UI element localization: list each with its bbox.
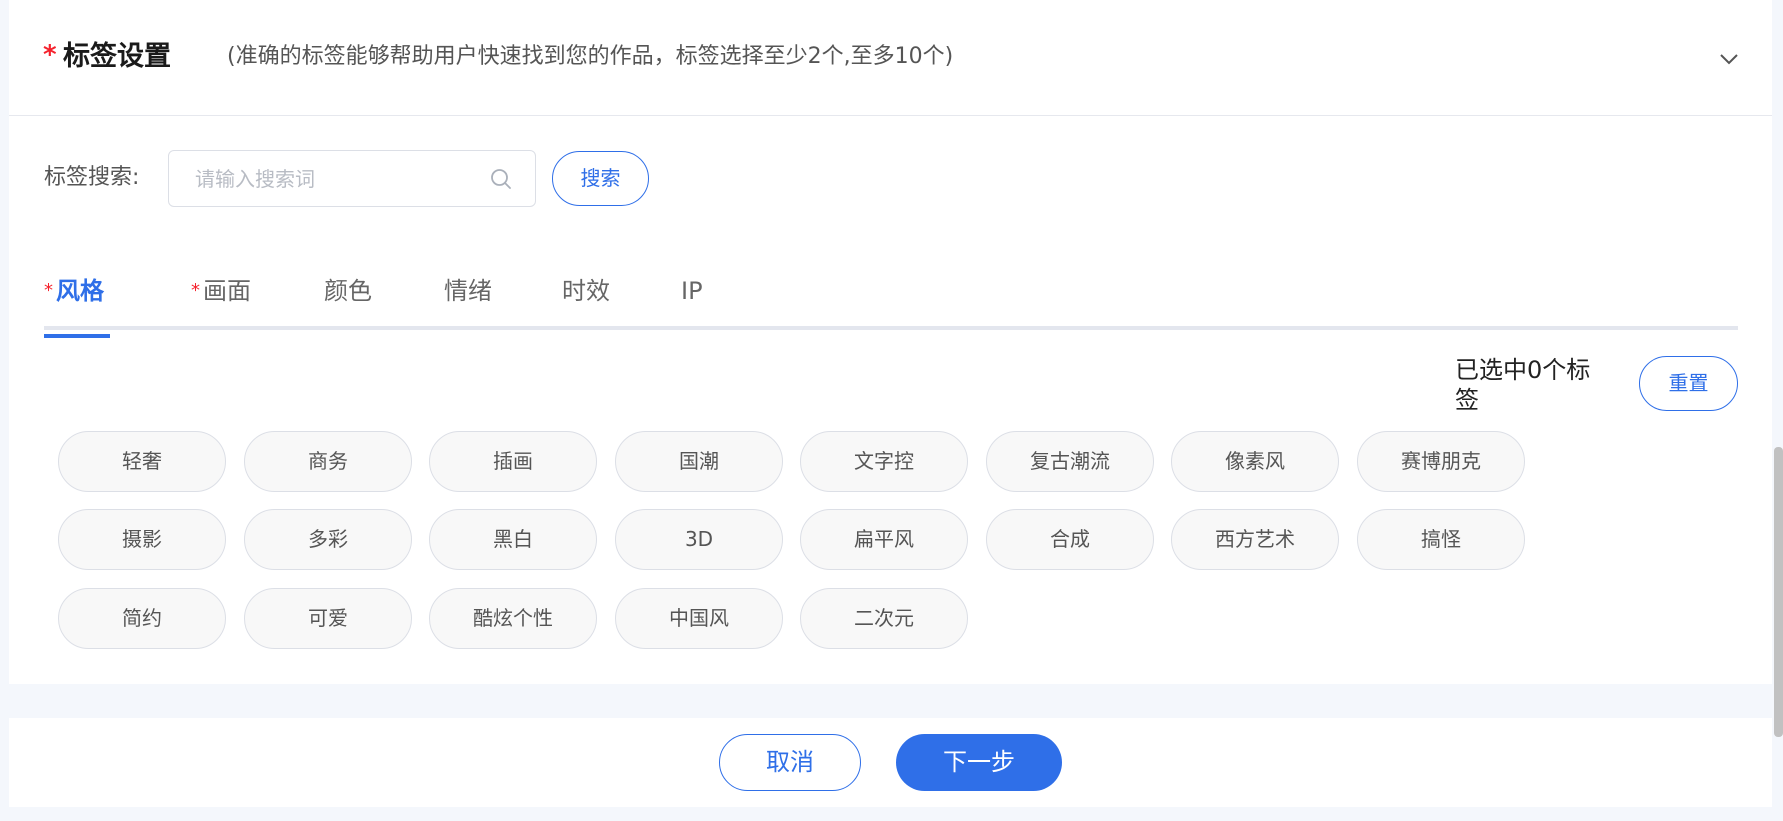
search-label: 标签搜索: — [44, 165, 140, 190]
tag-chip[interactable]: 国潮 — [615, 431, 783, 492]
tag-chip[interactable]: 西方艺术 — [1171, 509, 1339, 570]
section-hint: (准确的标签能够帮助用户快速找到您的作品，标签选择至少2个,至多10个) — [227, 44, 954, 69]
search-icon[interactable] — [489, 167, 513, 191]
tag-chip[interactable]: 搞怪 — [1357, 509, 1525, 570]
tag-chip[interactable]: 黑白 — [429, 509, 597, 570]
tab-label: IP — [681, 277, 703, 305]
tag-chip[interactable]: 像素风 — [1171, 431, 1339, 492]
required-mark: * — [43, 40, 57, 70]
tab-scene[interactable]: * 画面 — [191, 276, 251, 330]
selected-count: 已选中0个标签 — [1455, 356, 1591, 414]
scrollbar-thumb[interactable] — [1774, 447, 1783, 737]
tab-label: 风格 — [56, 277, 104, 305]
tag-chip[interactable]: 合成 — [986, 509, 1154, 570]
tag-chip[interactable]: 轻奢 — [58, 431, 226, 492]
tag-settings-panel: * 标签设置 (准确的标签能够帮助用户快速找到您的作品，标签选择至少2个,至多1… — [9, 0, 1772, 684]
search-input[interactable] — [193, 151, 483, 206]
tag-chip[interactable]: 二次元 — [800, 588, 968, 649]
tag-settings-header[interactable]: * 标签设置 (准确的标签能够帮助用户快速找到您的作品，标签选择至少2个,至多1… — [9, 0, 1772, 116]
cancel-button[interactable]: 取消 — [719, 734, 861, 791]
tag-chip[interactable]: 商务 — [244, 431, 412, 492]
reset-button[interactable]: 重置 — [1639, 356, 1738, 411]
tag-chip[interactable]: 中国风 — [615, 588, 783, 649]
form-footer: 取消 下一步 — [9, 718, 1772, 807]
tab-style[interactable]: * 风格 — [44, 276, 110, 338]
tab-label: 情绪 — [444, 277, 492, 305]
tag-chip[interactable]: 3D — [615, 509, 783, 570]
tag-chip[interactable]: 多彩 — [244, 509, 412, 570]
chevron-down-icon[interactable] — [1716, 46, 1742, 72]
search-button[interactable]: 搜索 — [552, 151, 649, 206]
tag-chip[interactable]: 插画 — [429, 431, 597, 492]
tab-label: 颜色 — [324, 277, 372, 305]
tab-color[interactable]: 颜色 — [324, 276, 372, 330]
tag-chip[interactable]: 复古潮流 — [986, 431, 1154, 492]
tag-chip[interactable]: 赛博朋克 — [1357, 431, 1525, 492]
section-title: 标签设置 — [63, 41, 171, 72]
next-step-button[interactable]: 下一步 — [896, 734, 1062, 791]
tag-category-tabs: * 风格 * 画面 颜色 情绪 时效 IP — [44, 268, 1738, 338]
search-box — [168, 150, 536, 207]
tab-label: 画面 — [203, 277, 251, 305]
tab-required-mark: * — [44, 280, 53, 301]
tag-chip[interactable]: 扁平风 — [800, 509, 968, 570]
tab-ip[interactable]: IP — [681, 276, 703, 330]
tab-timeliness[interactable]: 时效 — [562, 276, 610, 330]
tag-chip[interactable]: 可爱 — [244, 588, 412, 649]
tab-required-mark: * — [191, 280, 200, 301]
tag-chip[interactable]: 文字控 — [800, 431, 968, 492]
tab-emotion[interactable]: 情绪 — [444, 276, 492, 330]
tab-label: 时效 — [562, 277, 610, 305]
tag-chip[interactable]: 简约 — [58, 588, 226, 649]
tag-chip[interactable]: 摄影 — [58, 509, 226, 570]
tag-chip[interactable]: 酷炫个性 — [429, 588, 597, 649]
active-tab-indicator — [44, 334, 110, 338]
